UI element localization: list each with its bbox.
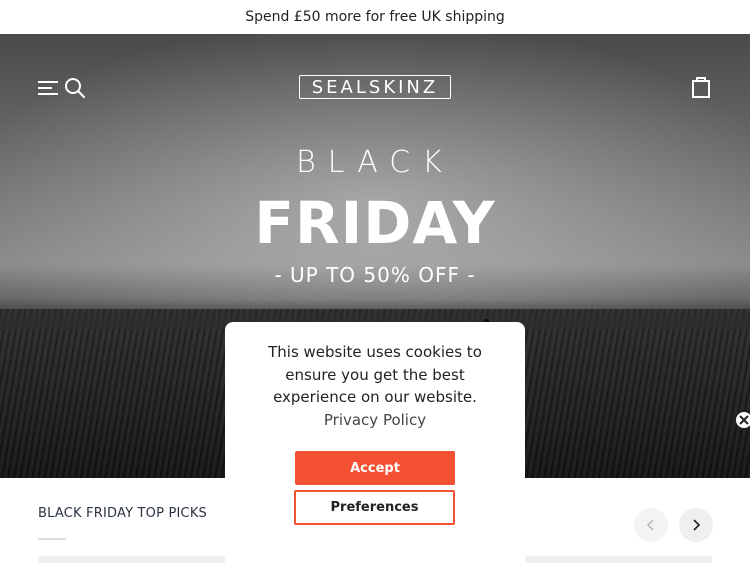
close-icon[interactable] xyxy=(734,410,750,430)
shopping-bag-icon[interactable] xyxy=(691,76,711,98)
hero-heading-line1: BLACK xyxy=(296,145,454,180)
carousel-next-button[interactable] xyxy=(679,508,713,542)
cookie-consent-modal: This website uses cookies to ensure you … xyxy=(225,322,525,563)
promo-bar: Spend £50 more for free UK shipping xyxy=(0,0,750,34)
preferences-button[interactable]: Preferences xyxy=(294,490,455,525)
promo-text: Spend £50 more for free UK shipping xyxy=(245,9,505,25)
product-card[interactable] xyxy=(498,556,712,563)
accept-button[interactable]: Accept xyxy=(295,451,455,485)
hero-offer-text: - UP TO 50% OFF - xyxy=(274,263,476,287)
brand-logo[interactable]: SEALSKINZ xyxy=(299,75,451,99)
chevron-right-icon xyxy=(693,519,701,531)
section-title-underline xyxy=(38,538,66,540)
privacy-policy-link[interactable]: Privacy Policy xyxy=(225,411,525,429)
search-icon[interactable] xyxy=(63,76,87,100)
menu-icon[interactable] xyxy=(38,80,60,96)
section-title: BLACK FRIDAY TOP PICKS xyxy=(38,506,208,521)
chevron-left-icon xyxy=(646,519,654,531)
carousel-prev-button[interactable] xyxy=(634,508,668,542)
product-card[interactable] xyxy=(38,556,252,563)
cookie-message: This website uses cookies to ensure you … xyxy=(268,343,482,406)
hero-heading-line2: FRIDAY xyxy=(254,189,496,257)
